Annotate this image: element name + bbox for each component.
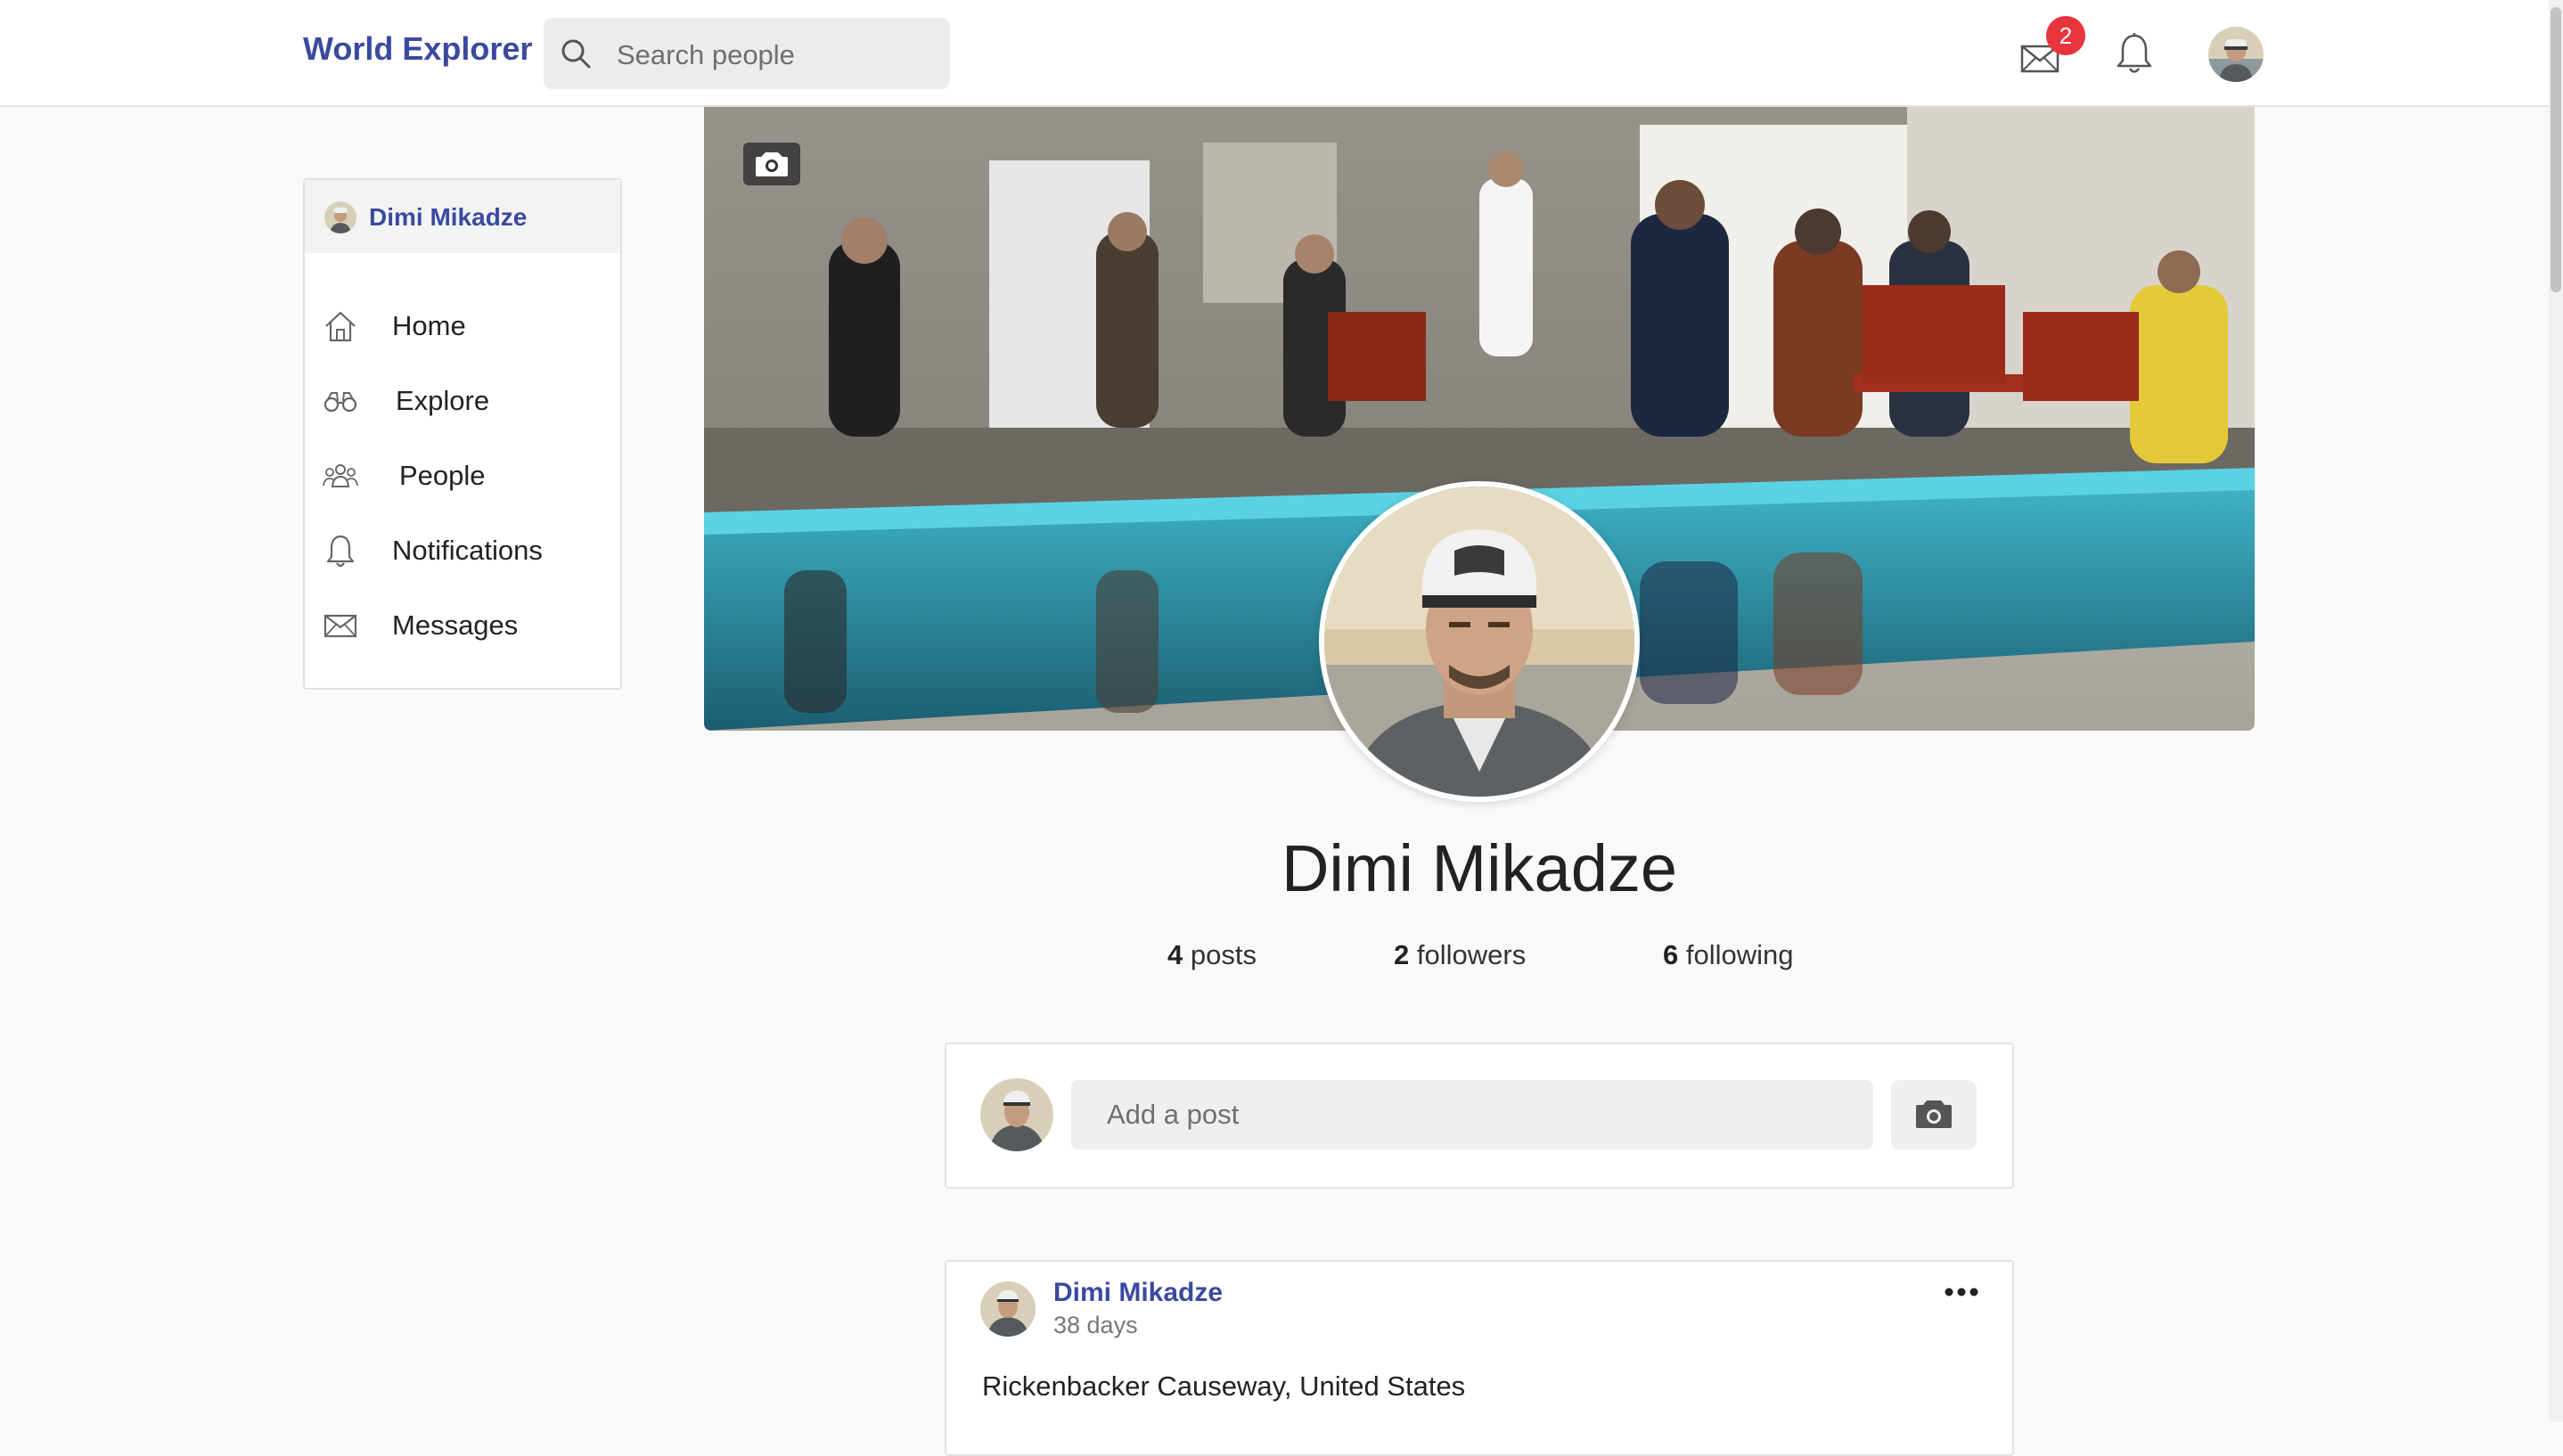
sidebar-item-messages[interactable]: Messages <box>317 595 611 658</box>
more-options-icon[interactable] <box>1939 1274 1984 1310</box>
post-text: Rickenbacker Causeway, United States <box>982 1370 1466 1402</box>
post-author-name[interactable]: Dimi Mikadze <box>1053 1278 1223 1308</box>
post-timestamp: 38 days <box>1053 1312 1138 1338</box>
camera-icon <box>756 152 788 176</box>
messages-badge: 2 <box>2046 16 2085 55</box>
search-icon <box>561 39 591 69</box>
sidebar-item-home[interactable]: Home <box>317 296 611 358</box>
people-icon <box>323 464 358 487</box>
add-post-input[interactable] <box>1071 1080 1873 1149</box>
sidebar-item-people[interactable]: People <box>317 446 611 508</box>
following-label: following <box>1685 939 1794 970</box>
profile-name: Dimi Mikadze <box>1281 831 1678 905</box>
header-avatar[interactable] <box>2208 27 2264 82</box>
sidebar-item-label: Notifications <box>392 535 543 566</box>
sidebar-item-label: Explore <box>396 385 490 416</box>
post-author-avatar[interactable] <box>980 1281 1036 1337</box>
sidebar-username[interactable]: Dimi Mikadze <box>369 203 527 232</box>
sidebar-item-label: Home <box>392 310 466 341</box>
posts-count: 4 <box>1167 939 1183 970</box>
binoculars-icon <box>323 392 357 413</box>
followers-count: 2 <box>1394 939 1410 970</box>
sidebar-item-notifications[interactable]: Notifications <box>317 520 611 583</box>
composer-avatar <box>980 1078 1053 1151</box>
bell-icon <box>326 535 355 568</box>
camera-icon <box>1916 1100 1952 1128</box>
posts-label: posts <box>1190 939 1257 970</box>
change-cover-button[interactable] <box>743 143 800 185</box>
envelope-icon <box>323 614 357 638</box>
following-count: 6 <box>1663 939 1679 970</box>
sidebar-avatar[interactable] <box>324 201 356 233</box>
scrollbar-thumb[interactable] <box>2551 7 2561 292</box>
brand-logo[interactable]: World Explorer <box>303 30 532 68</box>
sidebar-item-label: Messages <box>392 609 519 641</box>
sidebar-item-label: People <box>399 460 486 491</box>
followers-label: followers <box>1416 939 1527 970</box>
bell-icon[interactable] <box>2114 32 2155 77</box>
followers-stat[interactable]: 2 followers <box>1394 939 1526 971</box>
sidebar-item-explore[interactable]: Explore <box>317 371 611 433</box>
home-icon <box>325 311 356 342</box>
search-input[interactable] <box>615 23 939 87</box>
posts-stat[interactable]: 4 posts <box>1167 939 1257 971</box>
add-photo-button[interactable] <box>1891 1080 1977 1149</box>
profile-avatar[interactable] <box>1319 481 1640 802</box>
following-stat[interactable]: 6 following <box>1663 939 1794 971</box>
